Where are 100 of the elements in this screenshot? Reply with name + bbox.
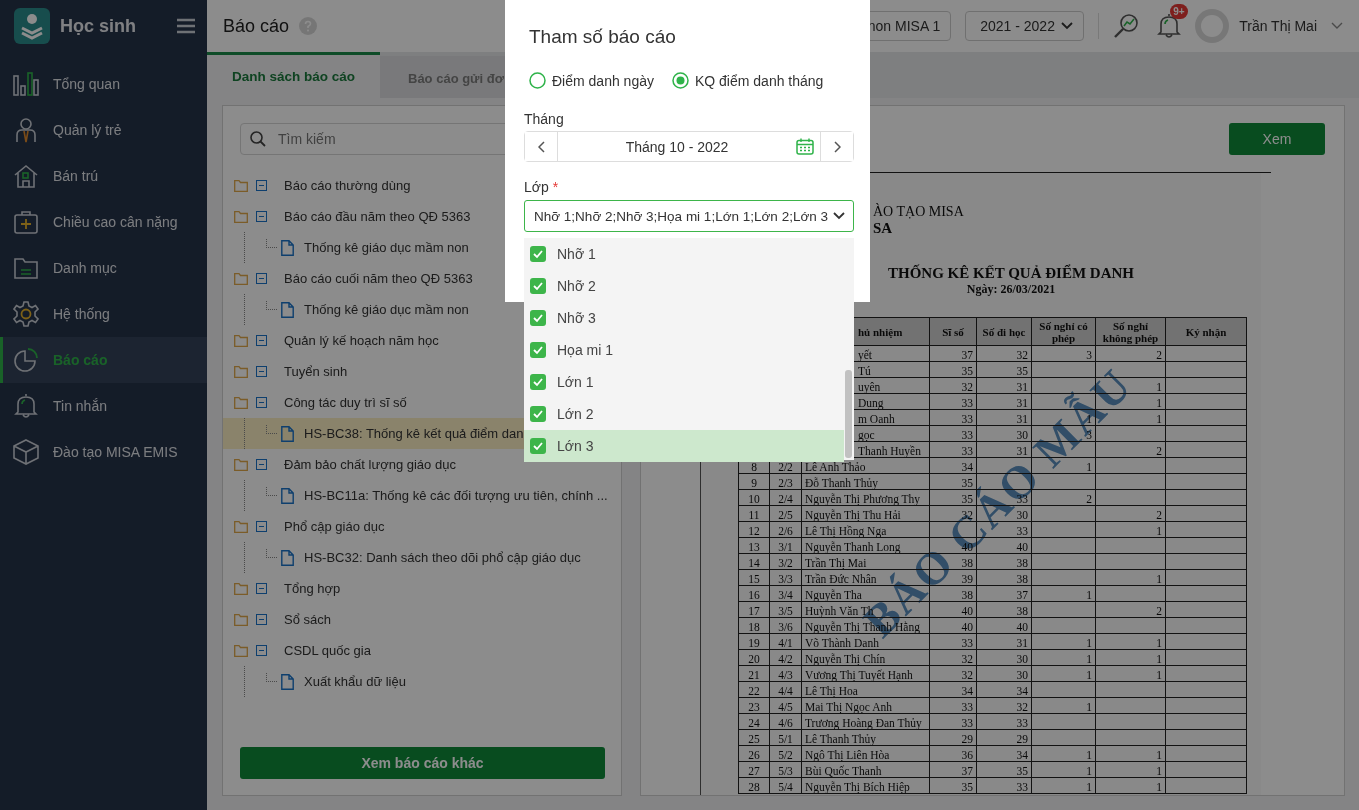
table-cell: 4/3 — [769, 665, 802, 682]
table-cell: 31 — [976, 377, 1032, 394]
table-cell: 9 — [738, 473, 770, 490]
table-cell: Mai Thị Ngọc Anh — [801, 697, 930, 714]
table-cell: 2/4 — [769, 489, 802, 506]
table-cell: 21 — [738, 665, 770, 682]
table-cell: 33 — [929, 441, 977, 458]
table-cell: 32 — [976, 697, 1032, 714]
table-cell: 34 — [976, 681, 1032, 698]
table-cell: 12 — [738, 521, 770, 538]
table-cell: 32 — [929, 649, 977, 666]
table-cell: 2/6 — [769, 521, 802, 538]
table-cell: Lê Thị Hồng Nga — [801, 521, 930, 538]
table-cell: 11 — [738, 505, 770, 522]
table-cell: 24 — [738, 713, 770, 730]
table-cell: 1 — [1031, 697, 1096, 714]
table-cell: 19 — [738, 633, 770, 650]
table-cell: 5/3 — [769, 761, 802, 778]
table-cell: 1 — [1095, 761, 1166, 778]
table-cell: 31 — [976, 441, 1032, 458]
table-cell: 35 — [929, 777, 977, 794]
table-cell: 2/3 — [769, 473, 802, 490]
table-cell: Vương Thị Tuyết Hạnh — [801, 665, 930, 682]
table-cell: Nguyễn Thị Chín — [801, 649, 930, 666]
table-cell: 1 — [1031, 665, 1096, 682]
table-cell: 2 — [1095, 345, 1166, 362]
table-cell: 2 — [1095, 505, 1166, 522]
table-cell: 13 — [738, 537, 770, 554]
table-cell: 33 — [929, 393, 977, 410]
table-cell: 4/4 — [769, 681, 802, 698]
table-cell: 33 — [929, 713, 977, 730]
table-cell: Lê Thị Hoa — [801, 681, 930, 698]
table-cell: Bùi Quốc Thanh — [801, 761, 930, 778]
table-cell: 1 — [1095, 633, 1166, 650]
table-cell: 30 — [976, 425, 1032, 442]
table-cell: 20 — [738, 649, 770, 666]
table-cell: 1 — [1095, 521, 1166, 538]
table-cell: 16 — [738, 585, 770, 602]
table-cell: 37 — [976, 585, 1032, 602]
table-cell: 4/2 — [769, 649, 802, 666]
table-cell: 1 — [1031, 745, 1096, 762]
table-cell: 1 — [1031, 585, 1096, 602]
table-cell: 29 — [929, 729, 977, 746]
table-cell: 36 — [929, 745, 977, 762]
table-cell: 34 — [929, 681, 977, 698]
table-cell: 33 — [929, 697, 977, 714]
column-header: Ký nhận — [1165, 317, 1247, 346]
table-cell: 32 — [976, 345, 1032, 362]
table-cell: 10 — [738, 489, 770, 506]
table-cell: 2 — [1095, 601, 1166, 618]
field-label: Lớp — [524, 179, 549, 195]
table-cell: 1 — [1095, 665, 1166, 682]
table-cell: 23 — [738, 697, 770, 714]
table-cell: 15 — [738, 569, 770, 586]
table-cell: 35 — [976, 761, 1032, 778]
report-title: THỐNG KÊ KẾT QUẢ ĐIỂM DANH — [887, 264, 1135, 282]
column-header: Số nghỉ có phép — [1031, 317, 1096, 346]
organization-name: ÀO TẠO MISA — [873, 204, 964, 220]
table-cell: 1 — [1095, 745, 1166, 762]
table-cell: 4/1 — [769, 633, 802, 650]
table-cell: 1 — [1031, 649, 1096, 666]
table-cell: 33 — [976, 713, 1032, 730]
table-cell: 29 — [976, 729, 1032, 746]
table-cell: 33 — [976, 777, 1032, 794]
table-cell: 5/2 — [769, 745, 802, 762]
table-cell: 37 — [929, 345, 977, 362]
table-cell: 3/6 — [769, 617, 802, 634]
table-cell: 31 — [976, 393, 1032, 410]
table-cell: 35 — [976, 361, 1032, 378]
table-cell: 1 — [1095, 569, 1166, 586]
table-cell: Nguyễn Thanh Long — [801, 537, 930, 554]
required-mark: * — [552, 179, 559, 195]
table-cell: 5/1 — [769, 729, 802, 746]
table-cell: 27 — [738, 761, 770, 778]
table-cell: Nguyễn Thị Phương Thy — [801, 489, 930, 506]
table-cell: 33 — [929, 409, 977, 426]
table-cell: 33 — [929, 425, 977, 442]
table-cell: 38 — [976, 601, 1032, 618]
table-cell: 1 — [1031, 633, 1096, 650]
table-cell: 1 — [1095, 777, 1166, 794]
table-cell: 38 — [976, 553, 1032, 570]
table-cell: Ngô Thị Liên Hòa — [801, 745, 930, 762]
table-cell: 30 — [976, 665, 1032, 682]
table-cell: 33 — [929, 633, 977, 650]
table-cell: 28 — [738, 777, 770, 794]
table-cell: 5/4 — [769, 777, 802, 794]
table-cell: 32 — [929, 665, 977, 682]
column-header: Số đi học — [976, 317, 1032, 346]
table-cell: 26 — [738, 745, 770, 762]
table-cell: 3/2 — [769, 553, 802, 570]
report-date: Ngày: 26/03/2021 — [965, 282, 1057, 296]
table-cell: 18 — [738, 617, 770, 634]
table-cell: 3/1 — [769, 537, 802, 554]
table-cell: 1 — [1031, 777, 1096, 794]
dialog-title: Tham số báo cáo — [528, 26, 677, 48]
table-cell: 1 — [1095, 649, 1166, 666]
table-cell: 3/5 — [769, 601, 802, 618]
table-cell: 14 — [738, 553, 770, 570]
table-cell: 31 — [976, 409, 1032, 426]
table-cell: 2/5 — [769, 505, 802, 522]
